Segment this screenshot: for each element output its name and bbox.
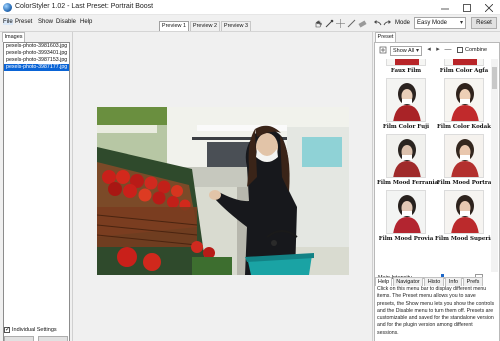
chevron-down-icon: ▾ — [459, 20, 463, 26]
individual-settings-label: Individual Settings — [12, 327, 57, 333]
individual-settings-checkbox[interactable]: ✓ — [4, 327, 10, 333]
hand-icon[interactable] — [314, 19, 323, 28]
redo-icon[interactable] — [383, 19, 392, 28]
tab-navigator[interactable]: Navigator — [393, 277, 423, 286]
preset-scrollbar[interactable] — [491, 59, 498, 272]
preset-label: Film Color Kodak — [437, 124, 491, 130]
preset-label: Film Color Agfa — [439, 68, 489, 74]
preset-label: Film Mood Provia — [378, 236, 434, 242]
preset-thumbnail-image — [444, 190, 484, 234]
tab-prefs[interactable]: Prefs — [463, 277, 483, 286]
menu-disable[interactable]: Disable — [56, 19, 76, 25]
image-list-item[interactable]: pexels-photo-3981603.jpg — [4, 43, 69, 50]
preset-thumbnail-image — [444, 59, 484, 66]
menu-help[interactable]: Help — [80, 19, 92, 25]
combine-checkbox[interactable] — [457, 47, 463, 53]
combine-label: Combine — [465, 47, 488, 53]
reset-button[interactable]: Reset — [471, 17, 497, 29]
help-tabs: Help Navigator Histo Info Prefs — [375, 277, 499, 286]
preset-thumbnail-image — [386, 78, 426, 122]
minimize-button[interactable] — [434, 0, 456, 15]
arrow-right-icon[interactable]: ▸ — [434, 46, 442, 54]
preset-thumbnail-image — [386, 134, 426, 178]
title-bar: ColorStyler 1.02 - Last Preset: Portrait… — [0, 0, 500, 15]
mode-value: Easy Mode — [417, 20, 448, 26]
help-text: Click on this menu bar to display differ… — [377, 286, 495, 336]
tab-preset[interactable]: Preset — [375, 32, 396, 42]
image-list[interactable]: pexels-photo-3981603.jpg pexels-photo-39… — [3, 42, 70, 341]
image-list-item-selected[interactable]: pexels-photo-3987177.jpg — [4, 64, 69, 71]
image-list-item[interactable]: pexels-photo-3987153.jpg — [4, 57, 69, 64]
tab-info[interactable]: Info — [445, 277, 462, 286]
minus-icon[interactable]: — — [444, 46, 452, 54]
preset-thumbnail-image — [444, 78, 484, 122]
preview-photo — [97, 107, 349, 275]
close-button[interactable] — [478, 0, 500, 15]
menu-file[interactable]: File — [3, 19, 13, 25]
menu-preset[interactable]: Preset — [15, 19, 32, 25]
preview-area[interactable] — [73, 32, 372, 341]
tab-help[interactable]: Help — [375, 277, 392, 286]
individual-settings-row[interactable]: ✓ Individual Settings — [4, 326, 57, 334]
pencil-icon[interactable] — [347, 19, 356, 28]
preset-label: Film Mood Ferrania — [377, 180, 439, 186]
maximize-icon — [463, 3, 471, 12]
window-title: ColorStyler 1.02 - Last Preset: Portrait… — [15, 3, 154, 10]
remove-image-button[interactable] — [38, 336, 68, 341]
tab-preview-2[interactable]: Preview 2 — [190, 21, 220, 31]
preset-gallery[interactable]: Faux Film Film Color Agfa Film Color Fuj… — [377, 59, 498, 272]
tab-preview-1[interactable]: Preview 1 — [159, 21, 189, 31]
show-select[interactable]: Show All ▾ — [390, 46, 422, 56]
mode-select[interactable]: Easy Mode ▾ — [414, 17, 466, 29]
crosshair-icon[interactable] — [336, 19, 345, 28]
preset-panel: Preset Show All ▾ ◂ ▸ — Combine Faux Fil… — [372, 32, 500, 341]
show-value: Show All — [393, 48, 415, 54]
chevron-down-icon: ▾ — [415, 48, 419, 54]
preview-image — [97, 107, 349, 275]
close-icon — [485, 3, 493, 12]
preset-thumbnail-image — [444, 134, 484, 178]
tab-histo[interactable]: Histo — [424, 277, 444, 286]
preset-label: Film Mood Superia — [435, 236, 494, 242]
app-logo-icon — [3, 3, 12, 12]
add-image-button[interactable] — [4, 336, 34, 341]
preset-thumbnail-image — [386, 59, 426, 66]
combine-toggle[interactable]: Combine — [457, 47, 487, 53]
tab-images[interactable]: Images — [2, 32, 25, 42]
mode-label: Mode — [395, 20, 411, 26]
menu-show[interactable]: Show — [38, 19, 53, 25]
tab-preview-3[interactable]: Preview 3 — [221, 21, 251, 31]
undo-icon[interactable] — [373, 19, 382, 28]
preset-label: Film Mood Portra — [436, 180, 492, 186]
arrow-left-icon[interactable]: ◂ — [425, 46, 433, 54]
maximize-button[interactable] — [456, 0, 478, 15]
eyedropper-icon[interactable] — [325, 19, 334, 28]
image-list-item[interactable]: pexels-photo-3993401.jpg — [4, 50, 69, 57]
preset-thumbnail-image — [386, 190, 426, 234]
scrollbar-thumb[interactable] — [492, 67, 497, 89]
minimize-icon — [441, 8, 449, 9]
preset-label: Film Color Fuji — [382, 124, 430, 130]
preset-add-icon[interactable] — [379, 46, 387, 54]
images-panel: Images pexels-photo-3981603.jpg pexels-p… — [0, 32, 73, 341]
menu-toolbar: File Preset Show Disable Help Preview 1 … — [0, 15, 500, 32]
preset-label: Faux Film — [390, 68, 422, 74]
erase-icon[interactable] — [358, 19, 367, 28]
